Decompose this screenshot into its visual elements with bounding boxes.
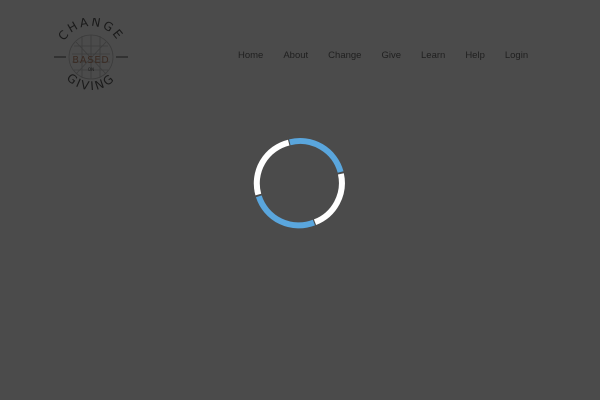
nav-item-about[interactable]: About — [273, 49, 318, 63]
logo-emblem-icon: CHANGE GIVING BASED ON — [54, 18, 128, 93]
loading-spinner-icon — [253, 138, 345, 229]
nav-item-give[interactable]: Give — [371, 49, 411, 63]
logo-small-text: ON — [88, 67, 94, 72]
nav-item-home[interactable]: Home — [232, 49, 273, 63]
loading-spinner — [253, 136, 347, 230]
spinner-segment-white-left — [253, 139, 290, 196]
spinner-segment-blue-top — [289, 138, 344, 173]
nav-item-change[interactable]: Change — [318, 49, 371, 63]
page: CHANGE GIVING BASED ON Home About Change… — [0, 0, 600, 400]
nav-item-login[interactable]: Login — [495, 49, 538, 63]
main-nav: Home About Change Give Learn Help Login — [232, 49, 538, 63]
spinner-segment-white-right — [313, 173, 345, 225]
site-logo[interactable]: CHANGE GIVING BASED ON — [52, 18, 130, 96]
nav-item-help[interactable]: Help — [455, 49, 495, 63]
spinner-segment-blue-bottom — [255, 195, 315, 229]
nav-item-learn[interactable]: Learn — [411, 49, 455, 63]
logo-middle-text: BASED — [72, 55, 109, 66]
